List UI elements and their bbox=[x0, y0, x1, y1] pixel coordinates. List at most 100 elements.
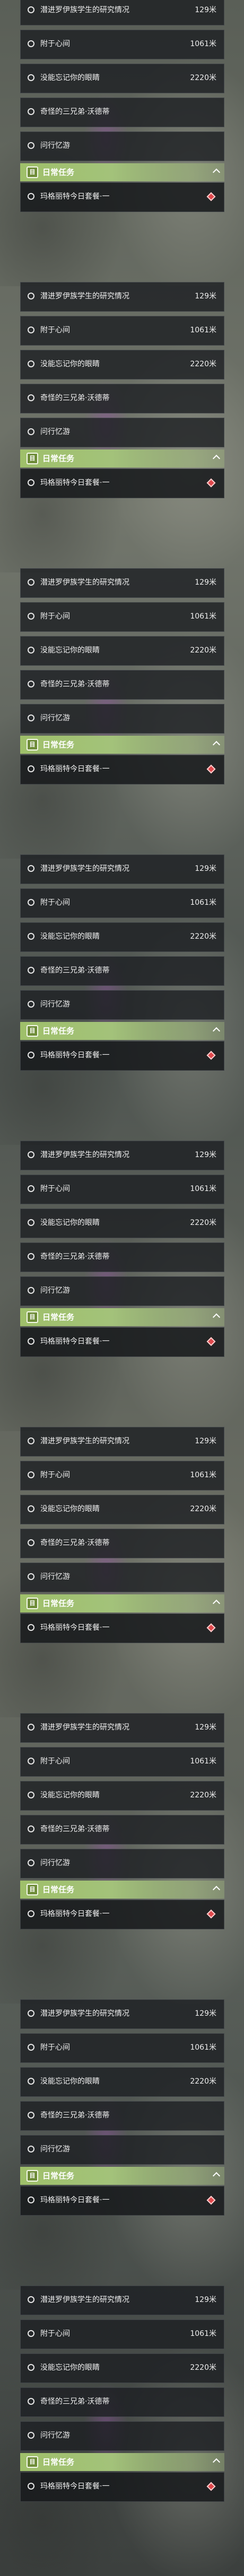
quest-row[interactable]: 问行忆游 bbox=[20, 1276, 224, 1306]
quest-row[interactable]: 潜进罗伊族学生的研究情况 129米 bbox=[20, 568, 224, 598]
quest-row[interactable]: 奇怪的三兄弟·沃德蒂 bbox=[20, 1242, 224, 1272]
quest-row[interactable]: 没能忘记你的眼睛 2220米 bbox=[20, 1781, 224, 1811]
quest-title: 潜进罗伊族学生的研究情况 bbox=[40, 292, 129, 301]
quest-row[interactable]: 潜进罗伊族学生的研究情况 129米 bbox=[20, 282, 224, 312]
quest-ring-icon bbox=[28, 647, 34, 654]
quest-title: 附于心间 bbox=[40, 1471, 70, 1479]
quest-row[interactable]: 没能忘记你的眼睛 2220米 bbox=[20, 2067, 224, 2097]
daily-quest-header[interactable]: 目 日常任务 bbox=[20, 1308, 224, 1326]
quest-ring-icon bbox=[28, 2483, 34, 2490]
quest-row[interactable]: 附于心间 1061米 bbox=[20, 888, 224, 918]
quest-row[interactable]: 奇怪的三兄弟·沃德蒂 bbox=[20, 670, 224, 700]
quest-row[interactable]: 问行忆游 bbox=[20, 418, 224, 447]
quest-row[interactable]: 潜进罗伊族学生的研究情况 129米 bbox=[20, 1999, 224, 2029]
daily-quest-row[interactable]: 玛格丽特今日套餐·一 bbox=[20, 755, 224, 784]
daily-quest-row[interactable]: 玛格丽特今日套餐·一 bbox=[20, 1613, 224, 1643]
quest-tracker-block: 潜进罗伊族学生的研究情况 129米 附于心间 1061米 没能忘记你的眼睛 22… bbox=[20, 282, 224, 572]
daily-quest-icon: 目 bbox=[27, 739, 38, 751]
quest-row[interactable]: 奇怪的三兄弟·沃德蒂 bbox=[20, 2387, 224, 2417]
quest-row[interactable]: 附于心间 1061米 bbox=[20, 1175, 224, 1204]
daily-quest-row[interactable]: 玛格丽特今日套餐·一 bbox=[20, 182, 224, 212]
daily-quest-row[interactable]: 玛格丽特今日套餐·一 bbox=[20, 2472, 224, 2502]
daily-quest-header[interactable]: 目 日常任务 bbox=[20, 1881, 224, 1899]
daily-quest-header[interactable]: 目 日常任务 bbox=[20, 2167, 224, 2185]
quest-row[interactable]: 没能忘记你的眼睛 2220米 bbox=[20, 1208, 224, 1238]
quest-distance: 1061米 bbox=[190, 2330, 216, 2338]
quest-row[interactable]: 奇怪的三兄弟·沃德蒂 bbox=[20, 1815, 224, 1845]
quest-row[interactable]: 奇怪的三兄弟·沃德蒂 bbox=[20, 98, 224, 127]
quest-title: 奇怪的三兄弟·沃德蒂 bbox=[40, 1825, 110, 1833]
daily-quest-row[interactable]: 玛格丽特今日套餐·一 bbox=[20, 469, 224, 498]
quest-row[interactable]: 潜进罗伊族学生的研究情况 129米 bbox=[20, 2286, 224, 2315]
quest-row[interactable]: 奇怪的三兄弟·沃德蒂 bbox=[20, 956, 224, 986]
quest-row[interactable]: 问行忆游 bbox=[20, 2421, 224, 2451]
quest-row[interactable]: 没能忘记你的眼睛 2220米 bbox=[20, 636, 224, 666]
daily-quest-header[interactable]: 目 日常任务 bbox=[20, 2453, 224, 2471]
quest-row[interactable]: 问行忆游 bbox=[20, 1849, 224, 1878]
collapse-chevron-icon[interactable] bbox=[212, 1885, 221, 1894]
daily-quest-task-title: 玛格丽特今日套餐·一 bbox=[40, 192, 110, 201]
daily-quest-header[interactable]: 目 日常任务 bbox=[20, 736, 224, 754]
quest-row[interactable]: 问行忆游 bbox=[20, 704, 224, 734]
quest-ring-icon bbox=[28, 6, 34, 13]
quest-row[interactable]: 附于心间 1061米 bbox=[20, 602, 224, 632]
quest-row[interactable]: 附于心间 1061米 bbox=[20, 2319, 224, 2349]
quest-ring-icon bbox=[28, 293, 34, 299]
red-diamond-icon bbox=[206, 1051, 216, 1060]
quest-row[interactable]: 附于心间 1061米 bbox=[20, 1461, 224, 1490]
quest-title: 附于心间 bbox=[40, 326, 70, 334]
quest-title: 问行忆游 bbox=[40, 428, 70, 436]
red-diamond-icon bbox=[206, 192, 216, 201]
quest-row[interactable]: 没能忘记你的眼睛 2220米 bbox=[20, 1495, 224, 1524]
daily-quest-row[interactable]: 玛格丽特今日套餐·一 bbox=[20, 1327, 224, 1357]
quest-distance: 2220米 bbox=[190, 360, 216, 368]
quest-ring-icon bbox=[28, 1287, 34, 1294]
quest-distance: 2220米 bbox=[190, 2363, 216, 2372]
daily-quest-header[interactable]: 目 日常任务 bbox=[20, 449, 224, 467]
quest-row[interactable]: 潜进罗伊族学生的研究情况 129米 bbox=[20, 854, 224, 884]
collapse-chevron-icon[interactable] bbox=[212, 740, 221, 749]
quest-row[interactable]: 附于心间 1061米 bbox=[20, 316, 224, 346]
quest-ring-icon bbox=[28, 1253, 34, 1260]
collapse-chevron-icon[interactable] bbox=[212, 168, 221, 177]
collapse-chevron-icon[interactable] bbox=[212, 1027, 221, 1035]
quest-distance: 1061米 bbox=[190, 2043, 216, 2052]
quest-ring-icon bbox=[28, 2432, 34, 2439]
quest-ring-icon bbox=[28, 74, 34, 81]
daily-quest-row[interactable]: 玛格丽特今日套餐·一 bbox=[20, 1041, 224, 1071]
quest-distance: 1061米 bbox=[190, 1185, 216, 1193]
quest-row[interactable]: 没能忘记你的眼睛 2220米 bbox=[20, 350, 224, 380]
quest-row[interactable]: 奇怪的三兄弟·沃德蒂 bbox=[20, 384, 224, 413]
quest-row[interactable]: 没能忘记你的眼睛 2220米 bbox=[20, 922, 224, 952]
quest-row[interactable]: 没能忘记你的眼睛 2220米 bbox=[20, 64, 224, 93]
collapse-chevron-icon[interactable] bbox=[212, 1313, 221, 1321]
quest-row[interactable]: 奇怪的三兄弟·沃德蒂 bbox=[20, 1529, 224, 1558]
quest-title: 奇怪的三兄弟·沃德蒂 bbox=[40, 680, 110, 689]
quest-row[interactable]: 问行忆游 bbox=[20, 990, 224, 1020]
quest-row[interactable]: 奇怪的三兄弟·沃德蒂 bbox=[20, 2101, 224, 2131]
quest-ring-icon bbox=[28, 1792, 34, 1798]
quest-row[interactable]: 问行忆游 bbox=[20, 131, 224, 161]
quest-row[interactable]: 问行忆游 bbox=[20, 2135, 224, 2165]
collapse-chevron-icon[interactable] bbox=[212, 2458, 221, 2466]
collapse-chevron-icon[interactable] bbox=[212, 454, 221, 463]
quest-row[interactable]: 潜进罗伊族学生的研究情况 129米 bbox=[20, 0, 224, 25]
quest-row[interactable]: 潜进罗伊族学生的研究情况 129米 bbox=[20, 1141, 224, 1170]
daily-quest-row[interactable]: 玛格丽特今日套餐·一 bbox=[20, 2186, 224, 2216]
quest-title: 问行忆游 bbox=[40, 1000, 70, 1009]
quest-row[interactable]: 附于心间 1061米 bbox=[20, 30, 224, 59]
quest-row[interactable]: 问行忆游 bbox=[20, 1563, 224, 1592]
daily-quest-row[interactable]: 玛格丽特今日套餐·一 bbox=[20, 1900, 224, 1929]
red-diamond-icon bbox=[206, 1909, 216, 1919]
collapse-chevron-icon[interactable] bbox=[212, 2172, 221, 2180]
quest-row[interactable]: 潜进罗伊族学生的研究情况 129米 bbox=[20, 1427, 224, 1457]
quest-row[interactable]: 附于心间 1061米 bbox=[20, 2033, 224, 2063]
quest-row[interactable]: 潜进罗伊族学生的研究情况 129米 bbox=[20, 1713, 224, 1743]
daily-quest-header[interactable]: 目 日常任务 bbox=[20, 1022, 224, 1040]
quest-row[interactable]: 没能忘记你的眼睛 2220米 bbox=[20, 2353, 224, 2383]
daily-quest-header[interactable]: 目 日常任务 bbox=[20, 1594, 224, 1612]
quest-row[interactable]: 附于心间 1061米 bbox=[20, 1747, 224, 1777]
daily-quest-header[interactable]: 目 日常任务 bbox=[20, 163, 224, 181]
collapse-chevron-icon[interactable] bbox=[212, 1599, 221, 1608]
quest-title: 附于心间 bbox=[40, 1757, 70, 1766]
